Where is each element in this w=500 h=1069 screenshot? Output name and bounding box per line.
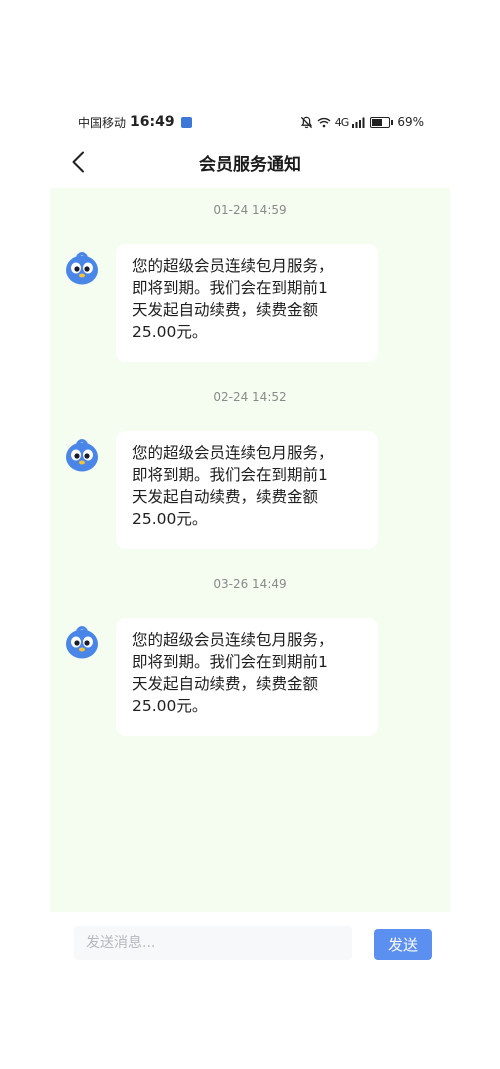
status-right: 4G 69% — [300, 115, 424, 129]
message-line: 即将到期。我们会在到期前1 — [132, 279, 328, 297]
message-input[interactable] — [74, 926, 352, 960]
message-timestamp: 02-24 14:52 — [213, 390, 287, 404]
blue-bird-mascot-icon[interactable] — [64, 437, 100, 473]
message-line: 您的超级会员连续包月服务， — [132, 257, 334, 275]
message-bubble: 您的超级会员连续包月服务， 即将到期。我们会在到期前1 天发起自动续费，续费金额… — [116, 618, 378, 736]
status-bar: 中国移动 16:49 4G 69% — [78, 110, 424, 134]
bell-off-icon — [300, 116, 312, 128]
message-line: 天发起自动续费，续费金额 — [132, 301, 319, 319]
message-line: 您的超级会员连续包月服务， — [132, 631, 334, 649]
message-line: 即将到期。我们会在到期前1 — [132, 466, 328, 484]
nav-bar: 会员服务通知 — [0, 140, 500, 186]
page-title: 会员服务通知 — [199, 155, 301, 175]
message-line: 您的超级会员连续包月服务， — [132, 444, 334, 462]
message-line: 即将到期。我们会在到期前1 — [132, 653, 328, 671]
message-line: 25.00元。 — [132, 697, 208, 715]
message-input-bar: 发送 — [50, 912, 450, 976]
message-bubble: 您的超级会员连续包月服务， 即将到期。我们会在到期前1 天发起自动续费，续费金额… — [116, 431, 378, 549]
carrier-name: 中国移动 — [78, 115, 127, 130]
signal-icon — [352, 117, 365, 128]
wifi-icon — [317, 117, 331, 127]
blue-bird-mascot-icon[interactable] — [64, 250, 100, 286]
network-type: 4G — [334, 115, 349, 129]
status-time: 16:49 — [130, 114, 175, 130]
message-timestamp: 01-24 14:59 — [213, 203, 287, 217]
message-line: 天发起自动续费，续费金额 — [132, 675, 319, 693]
message-line: 25.00元。 — [132, 323, 208, 341]
battery-icon — [370, 116, 391, 128]
message-bubble: 您的超级会员连续包月服务， 即将到期。我们会在到期前1 天发起自动续费，续费金额… — [116, 244, 378, 362]
send-button[interactable]: 发送 — [374, 929, 432, 960]
message-line: 天发起自动续费，续费金额 — [132, 488, 319, 506]
message-timestamp: 03-26 14:49 — [213, 577, 287, 591]
chat-area[interactable]: 01-24 14:59 您的超级会员连续包月服务， 即将到期。我们会在到期前1 … — [50, 188, 450, 912]
blue-bird-mascot-icon[interactable] — [64, 624, 100, 660]
battery-tip — [391, 119, 394, 125]
status-left: 中国移动 16:49 — [78, 114, 192, 131]
notification-app-icon — [180, 116, 192, 128]
message-line: 25.00元。 — [132, 510, 208, 528]
battery-percent: 69% — [397, 115, 424, 129]
